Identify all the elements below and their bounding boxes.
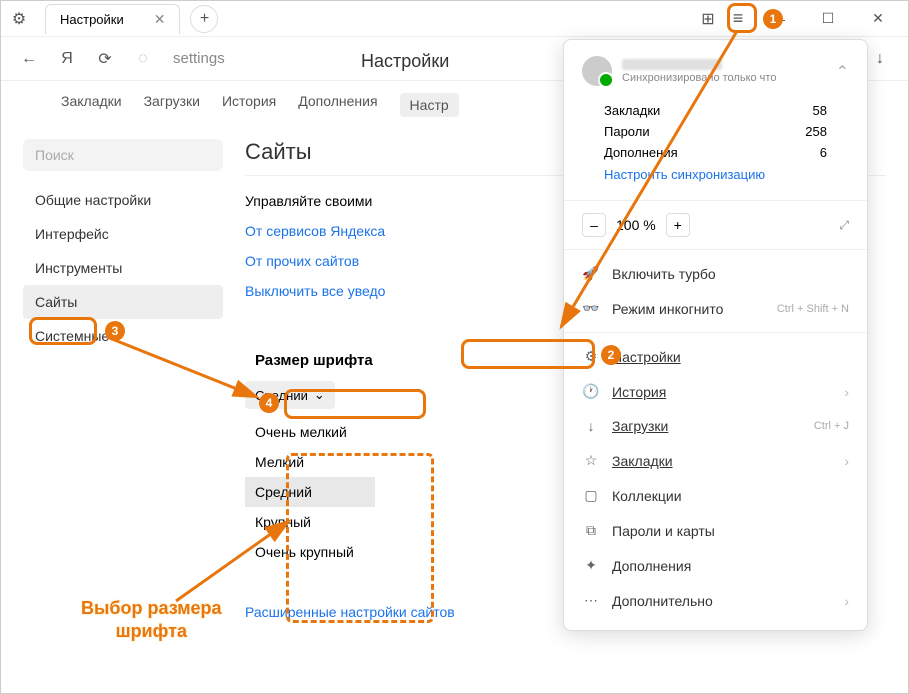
fullscreen-icon[interactable]: ⤢ [839, 218, 849, 233]
stat-addons-val: 6 [820, 145, 827, 160]
sync-status: Синхронизировано только что [622, 72, 776, 84]
font-option-s[interactable]: Мелкий [245, 447, 375, 477]
sidebar-item-tools[interactable]: Инструменты [23, 251, 223, 285]
yandex-icon[interactable]: Я [55, 47, 79, 71]
shortcut: Ctrl + J [814, 420, 849, 432]
stat-passwords-val: 258 [805, 124, 827, 139]
sidebar-item-interface[interactable]: Интерфейс [23, 217, 223, 251]
annotation-num-1: 1 [763, 9, 783, 29]
reload-button[interactable]: ⟳ [93, 47, 117, 71]
maximize-button[interactable]: ☐ [806, 3, 850, 35]
menu-passwords[interactable]: ⧉Пароли и карты [564, 513, 867, 548]
zoom-in-button[interactable]: + [666, 213, 690, 237]
settings-sidebar: Поиск Общие настройки Интерфейс Инструме… [23, 139, 223, 627]
chevron-right-icon: › [844, 453, 849, 469]
zoom-row: – 100 % + ⤢ [564, 207, 867, 243]
font-option-l[interactable]: Крупный [245, 507, 375, 537]
nav-downloads[interactable]: Загрузки [144, 93, 200, 117]
close-window-button[interactable]: ✕ [856, 3, 900, 35]
font-option-xs[interactable]: Очень мелкий [245, 417, 375, 447]
menu-incognito[interactable]: 👓Режим инкогнитоCtrl + Shift + N [564, 291, 867, 326]
font-size-options: Очень мелкий Мелкий Средний Крупный Очен… [245, 417, 375, 567]
sync-setup-link[interactable]: Настроить синхронизацию [604, 163, 827, 186]
card-icon: ⧉ [582, 522, 600, 539]
menu-history[interactable]: 🕐История› [564, 374, 867, 409]
downloads-icon[interactable]: ↓ [868, 47, 892, 71]
annotation-caption: Выбор размера шрифта [81, 597, 222, 644]
hamburger-menu-icon[interactable]: ≡ [726, 7, 750, 31]
nav-addons[interactable]: Дополнения [298, 93, 377, 117]
font-option-xl[interactable]: Очень крупный [245, 537, 375, 567]
site-info-icon[interactable]: ◌ [131, 47, 155, 71]
tab-title: Настройки [60, 12, 124, 27]
stat-passwords-label: Пароли [604, 124, 650, 139]
avatar [582, 56, 612, 86]
nav-history[interactable]: История [222, 93, 276, 117]
browser-tab[interactable]: Настройки ✕ [45, 4, 180, 34]
back-button[interactable]: ← [17, 47, 41, 71]
puzzle-icon: ✦ [582, 557, 600, 574]
chevron-right-icon: › [844, 384, 849, 400]
font-option-m[interactable]: Средний [245, 477, 375, 507]
annotation-num-2: 2 [601, 345, 621, 365]
font-size-heading: Размер шрифта [245, 346, 383, 375]
shortcut: Ctrl + Shift + N [777, 303, 849, 315]
download-icon: ↓ [582, 418, 600, 434]
mask-icon: 👓 [582, 300, 600, 317]
nav-bookmarks[interactable]: Закладки [61, 93, 122, 117]
menu-user-row[interactable]: Синхронизировано только что ⌃ [564, 52, 867, 94]
chevron-down-icon: ⌄ [314, 387, 325, 403]
clock-icon: 🕐 [582, 383, 600, 400]
menu-bookmarks[interactable]: ☆Закладки› [564, 443, 867, 478]
stat-bookmarks-val: 58 [813, 103, 827, 118]
user-name-blurred [622, 59, 722, 70]
chevron-right-icon: › [844, 593, 849, 609]
sidebar-item-general[interactable]: Общие настройки [23, 183, 223, 217]
menu-downloads[interactable]: ↓ЗагрузкиCtrl + J [564, 409, 867, 443]
menu-more[interactable]: ⋯Дополнительно› [564, 583, 867, 618]
sidebar-item-sites[interactable]: Сайты [23, 285, 223, 319]
close-tab-icon[interactable]: ✕ [154, 11, 166, 28]
main-menu-panel: Синхронизировано только что ⌃ Закладки 58… [563, 39, 868, 631]
bookmark-icon: ▢ [582, 487, 600, 504]
gear-icon: ⚙ [582, 348, 600, 365]
rocket-icon: 🚀 [582, 265, 600, 282]
sidebar-toggle-icon[interactable]: ⊞ [696, 7, 720, 31]
search-input[interactable]: Поиск [23, 139, 223, 171]
star-icon: ☆ [582, 452, 600, 469]
stat-bookmarks-label: Закладки [604, 103, 660, 118]
annotation-num-3: 3 [105, 321, 125, 341]
nav-settings[interactable]: Настр [400, 93, 459, 117]
new-tab-button[interactable]: + [190, 5, 218, 33]
zoom-out-button[interactable]: – [582, 213, 606, 237]
stat-addons-label: Дополнения [604, 145, 678, 160]
menu-collections[interactable]: ▢Коллекции [564, 478, 867, 513]
zoom-level: 100 % [616, 217, 656, 233]
annotation-num-4: 4 [259, 393, 279, 413]
sync-stats: Закладки 58 Пароли 258 Дополнения 6 Настрои… [564, 94, 867, 194]
gear-icon[interactable]: ⚙ [1, 9, 37, 29]
menu-addons[interactable]: ✦Дополнения [564, 548, 867, 583]
dots-icon: ⋯ [582, 592, 600, 609]
page-title: Настройки [361, 51, 449, 72]
chevron-up-icon[interactable]: ⌃ [836, 62, 849, 82]
menu-turbo[interactable]: 🚀Включить турбо [564, 256, 867, 291]
